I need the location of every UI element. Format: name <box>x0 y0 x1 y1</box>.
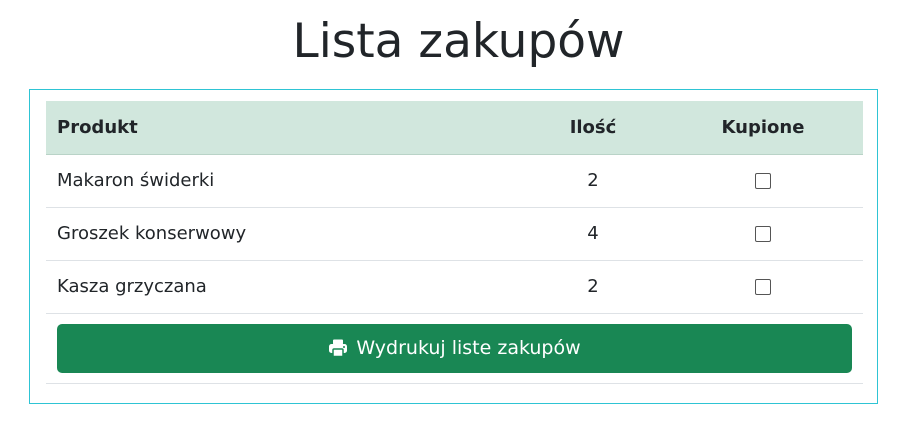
table-header-row: Produkt Ilość Kupione <box>46 101 863 155</box>
product-name: Kasza grzyczana <box>46 260 523 314</box>
product-name: Makaron świderki <box>46 154 523 208</box>
print-button[interactable]: Wydrukuj liste zakupów <box>57 323 852 373</box>
page-title: Lista zakupów <box>292 14 625 69</box>
product-name: Groszek konserwowy <box>46 207 523 261</box>
bought-checkbox[interactable] <box>755 173 771 189</box>
product-quantity: 2 <box>523 154 663 208</box>
table-row: Kasza grzyczana 2 <box>46 260 863 314</box>
bought-checkbox[interactable] <box>755 226 771 242</box>
shopping-list-table: Produkt Ilość Kupione Makaron świderki 2… <box>46 101 863 384</box>
header-quantity: Ilość <box>523 101 663 155</box>
header-bought: Kupione <box>663 101 863 155</box>
product-quantity: 4 <box>523 207 663 261</box>
print-row: Wydrukuj liste zakupów <box>46 313 863 384</box>
bought-checkbox[interactable] <box>755 279 771 295</box>
shopping-list-card: Produkt Ilość Kupione Makaron świderki 2… <box>29 89 878 404</box>
print-button-label: Wydrukuj liste zakupów <box>356 337 581 359</box>
table-row: Makaron świderki 2 <box>46 154 863 208</box>
header-product: Produkt <box>46 101 523 155</box>
product-quantity: 2 <box>523 260 663 314</box>
table-row: Groszek konserwowy 4 <box>46 207 863 261</box>
printer-icon <box>329 339 348 358</box>
